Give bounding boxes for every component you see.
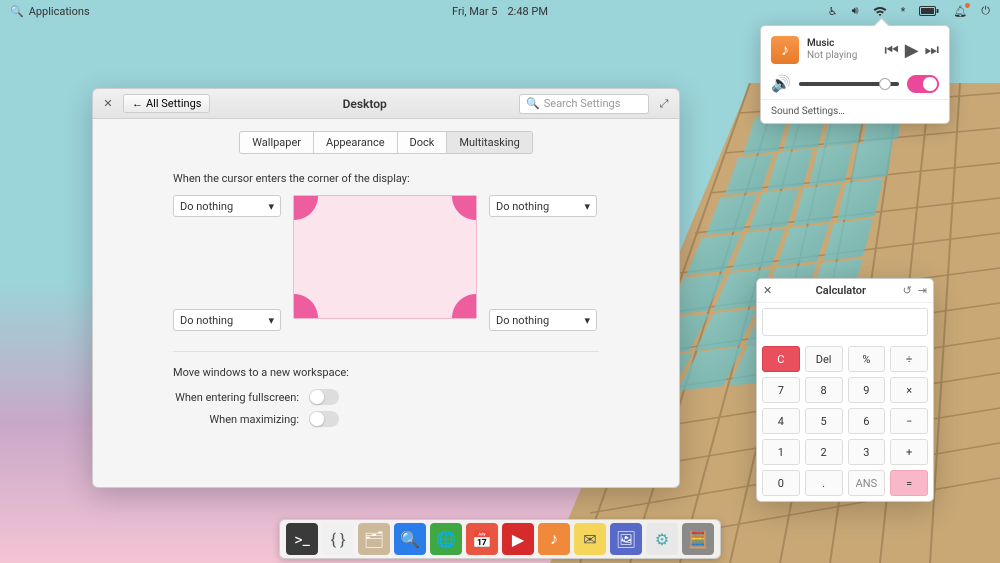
search-icon: 🔍 <box>526 97 540 110</box>
calc-button-1[interactable]: 1 <box>762 439 800 465</box>
media-status: Not playing <box>807 50 876 62</box>
media-title: Music <box>807 38 876 50</box>
close-icon[interactable]: ✕ <box>763 284 779 297</box>
corner-indicator-tl <box>294 196 318 220</box>
tab-wallpaper[interactable]: Wallpaper <box>239 131 314 154</box>
calc-button-%[interactable]: % <box>848 346 886 372</box>
window-title: Desktop <box>210 97 519 111</box>
dock-photos[interactable]: 🖼 <box>610 523 642 555</box>
notifications-icon[interactable]: 🔔︎ <box>953 5 967 18</box>
power-icon[interactable]: ⏻ <box>981 4 990 18</box>
corner-bottom-right-dropdown[interactable]: Do nothing▾ <box>489 309 597 331</box>
calc-button-4[interactable]: 4 <box>762 408 800 434</box>
corner-section-label: When the cursor enters the corner of the… <box>173 172 599 185</box>
corner-top-left-dropdown[interactable]: Do nothing▾ <box>173 195 281 217</box>
topbar: 🔍 Applications Fri, Mar 5 2:48 PM ♿︎ 🔊︎ … <box>0 0 1000 22</box>
calc-button-del[interactable]: Del <box>805 346 843 372</box>
maximize-switch-label: When maximizing: <box>209 413 299 426</box>
fullscreen-switch-label: When entering fullscreen: <box>175 391 299 404</box>
calc-button-5[interactable]: 5 <box>805 408 843 434</box>
workspace-section-label: Move windows to a new workspace: <box>173 366 599 379</box>
battery-icon[interactable] <box>919 6 939 16</box>
wifi-icon[interactable] <box>873 6 887 17</box>
volume-toggle[interactable] <box>907 75 939 93</box>
volume-slider[interactable] <box>799 82 899 86</box>
sound-settings-link[interactable]: Sound Settings… <box>761 99 949 117</box>
maximize-switch[interactable] <box>309 411 339 427</box>
calc-button-+[interactable]: + <box>890 439 928 465</box>
search-input[interactable]: 🔍 Search Settings <box>519 94 649 114</box>
calc-button-c[interactable]: C <box>762 346 800 372</box>
dock-browser[interactable]: 🌐 <box>430 523 462 555</box>
calc-button-2[interactable]: 2 <box>805 439 843 465</box>
search-icon[interactable]: 🔍 <box>10 5 24 18</box>
chevron-down-icon: ▾ <box>268 314 274 327</box>
chevron-down-icon: ▾ <box>584 314 590 327</box>
corner-indicator-tr <box>452 196 476 220</box>
corner-preview <box>293 195 477 319</box>
volume-icon[interactable]: 🔊︎ <box>852 4 859 18</box>
dock-mail[interactable]: ✉ <box>574 523 606 555</box>
calculator-window: ✕ Calculator ↺ ⇥ CDel%÷ 789× 456− 123+0.ANS… <box>756 278 934 502</box>
dock-youtube[interactable]: ▶ <box>502 523 534 555</box>
calculator-display[interactable] <box>762 308 928 336</box>
play-icon[interactable]: ▶︎ <box>905 40 919 61</box>
all-settings-button[interactable]: ← All Settings <box>123 94 210 113</box>
calc-button-6[interactable]: 6 <box>848 408 886 434</box>
corner-indicator-br <box>452 294 476 318</box>
dock-search[interactable]: 🔍 <box>394 523 426 555</box>
close-icon[interactable]: ✕ <box>99 95 117 113</box>
date-label[interactable]: Fri, Mar 5 <box>452 5 497 18</box>
dock-code[interactable]: { } <box>322 523 354 555</box>
calc-button-÷[interactable]: ÷ <box>890 346 928 372</box>
calc-button-ans[interactable]: ANS <box>848 470 886 496</box>
calc-button-9[interactable]: 9 <box>848 377 886 403</box>
music-app-icon: ♪ <box>771 36 799 64</box>
back-icon: ← <box>132 97 143 110</box>
bluetooth-icon[interactable]: * <box>901 5 906 18</box>
expand-icon[interactable]: ⇥ <box>918 284 927 297</box>
tab-dock[interactable]: Dock <box>398 131 448 154</box>
calc-button-=[interactable]: = <box>890 470 928 496</box>
maximize-icon[interactable]: ⤢ <box>655 97 673 111</box>
calc-button-.[interactable]: . <box>805 470 843 496</box>
tab-appearance[interactable]: Appearance <box>314 131 398 154</box>
calc-button-×[interactable]: × <box>890 377 928 403</box>
next-track-icon[interactable]: ⏭︎ <box>925 40 939 60</box>
chevron-down-icon: ▾ <box>584 200 590 213</box>
calculator-title: Calculator <box>779 284 903 297</box>
history-icon[interactable]: ↺ <box>903 284 912 297</box>
calc-button-8[interactable]: 8 <box>805 377 843 403</box>
chevron-down-icon: ▾ <box>268 200 274 213</box>
corner-top-right-dropdown[interactable]: Do nothing▾ <box>489 195 597 217</box>
dock: >_{ }🗂🔍🌐📅▶♪✉🖼⚙🧮 <box>279 519 721 559</box>
dock-terminal[interactable]: >_ <box>286 523 318 555</box>
dock-calendar[interactable]: 📅 <box>466 523 498 555</box>
fullscreen-switch[interactable] <box>309 389 339 405</box>
previous-track-icon[interactable]: ⏮︎ <box>884 40 898 60</box>
tab-multitasking[interactable]: Multitasking <box>447 131 532 154</box>
speaker-icon[interactable]: 🔊 <box>771 74 791 93</box>
settings-window: ✕ ← All Settings Desktop 🔍 Search Settin… <box>92 88 680 488</box>
dock-tweaks[interactable]: ⚙ <box>646 523 678 555</box>
dock-music[interactable]: ♪ <box>538 523 570 555</box>
search-placeholder: Search Settings <box>544 97 621 110</box>
accessibility-icon[interactable]: ♿︎ <box>828 5 838 18</box>
dock-files[interactable]: 🗂 <box>358 523 390 555</box>
applications-menu[interactable]: Applications <box>29 5 90 18</box>
sound-popover: ♪ Music Not playing ⏮︎ ▶︎ ⏭︎ 🔊 Sound Set… <box>760 25 950 124</box>
all-settings-label: All Settings <box>146 97 201 110</box>
corner-indicator-bl <box>294 294 318 318</box>
time-label[interactable]: 2:48 PM <box>507 5 547 18</box>
calc-button-3[interactable]: 3 <box>848 439 886 465</box>
calc-button-0[interactable]: 0 <box>762 470 800 496</box>
corner-bottom-left-dropdown[interactable]: Do nothing▾ <box>173 309 281 331</box>
dock-calculator[interactable]: 🧮 <box>682 523 714 555</box>
calc-button-−[interactable]: − <box>890 408 928 434</box>
calc-button-7[interactable]: 7 <box>762 377 800 403</box>
